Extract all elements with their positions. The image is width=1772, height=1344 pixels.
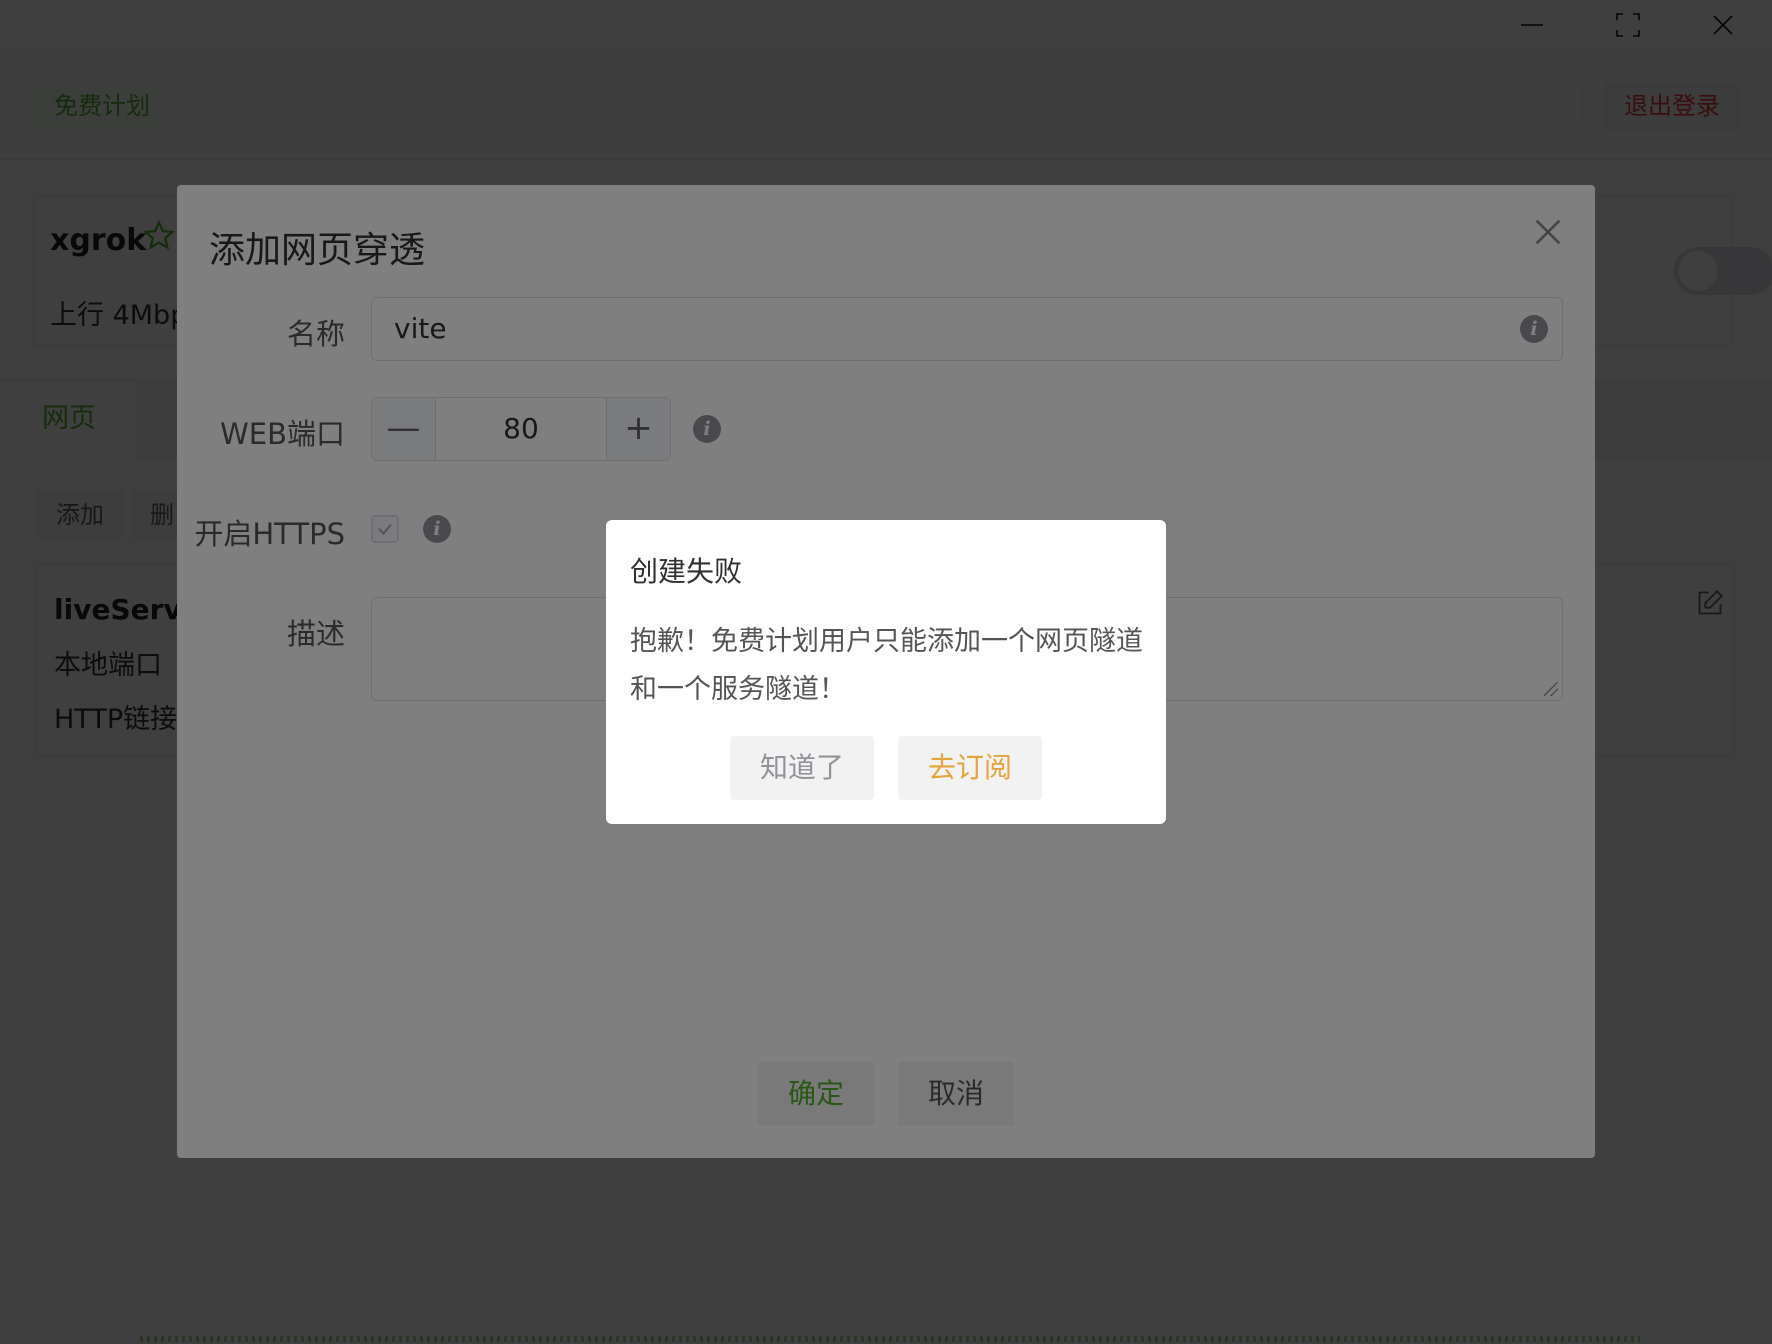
message-title: 创建失败: [630, 555, 743, 588]
message-text: 抱歉！免费计划用户只能添加一个网页隧道和一个服务隧道！: [630, 626, 1143, 705]
subscribe-button[interactable]: 去订阅: [898, 736, 1042, 800]
acknowledge-button[interactable]: 知道了: [730, 736, 874, 800]
error-message-box: 创建失败 抱歉！免费计划用户只能添加一个网页隧道和一个服务隧道！ 知道了 去订阅: [606, 520, 1166, 824]
